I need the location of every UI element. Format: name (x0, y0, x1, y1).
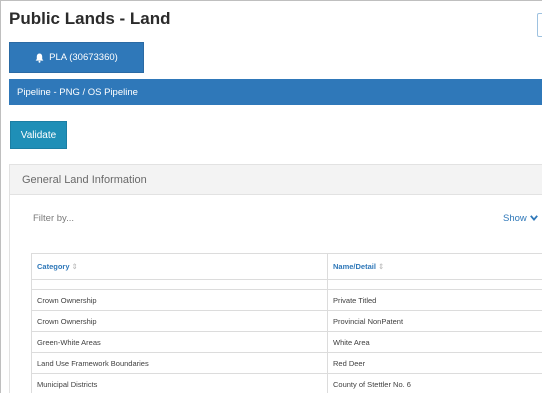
pipeline-bar[interactable]: Pipeline - PNG / OS Pipeline (9, 79, 542, 105)
panel-header[interactable]: General Land Information (10, 165, 542, 195)
chevron-down-icon (529, 213, 538, 224)
table-header-row: Category ⇕ Name/Detail ⇕ (31, 253, 542, 280)
top-right-control[interactable] (537, 13, 542, 37)
table-cell: Private Titled (327, 289, 542, 311)
table-cell: Red Deer (327, 352, 542, 374)
sort-icon: ⇕ (377, 262, 385, 271)
table-row[interactable]: Green-White Areas White Area (31, 331, 542, 353)
show-label: Show (503, 213, 527, 224)
land-info-table: Category ⇕ Name/Detail ⇕ Crown Ownership P… (31, 253, 542, 393)
general-land-panel: General Land Information Filter by... Sh… (9, 164, 542, 393)
page-title: Public Lands - Land (9, 9, 171, 28)
table-cell: Green-White Areas (31, 331, 328, 353)
table-cell: Crown Ownership (31, 289, 328, 311)
pla-button-label: PLA (30673360) (49, 52, 118, 63)
validate-button[interactable]: Validate (10, 121, 67, 149)
table-cell: County of Stettler No. 6 (327, 373, 542, 393)
table-cell: White Area (327, 331, 542, 353)
table-row[interactable]: Land Use Framework Boundaries Red Deer (31, 352, 542, 374)
pla-button[interactable]: PLA (30673360) (9, 42, 144, 73)
table-cell (327, 279, 542, 290)
app-frame: Public Lands - Land PLA (30673360) Pipel… (0, 0, 542, 393)
table-spacer-row (31, 279, 542, 290)
pipeline-label: Pipeline - PNG / OS Pipeline (17, 86, 138, 98)
table-cell (31, 279, 328, 290)
table-cell: Land Use Framework Boundaries (31, 352, 328, 374)
table-cell: Provincial NonPatent (327, 310, 542, 332)
column-header-name-detail[interactable]: Name/Detail ⇕ (327, 253, 542, 280)
table-cell: Municipal Districts (31, 373, 328, 393)
table-row[interactable]: Crown Ownership Provincial NonPatent (31, 310, 542, 332)
bell-icon (35, 53, 44, 63)
table-row[interactable]: Municipal Districts County of Stettler N… (31, 373, 542, 393)
show-toggle[interactable]: Show (503, 213, 538, 224)
table-cell: Crown Ownership (31, 310, 328, 332)
table-row[interactable]: Crown Ownership Private Titled (31, 289, 542, 311)
column-header-category[interactable]: Category ⇕ (31, 253, 328, 280)
panel-title: General Land Information (22, 173, 147, 186)
filter-label: Filter by... (33, 213, 74, 224)
sort-icon: ⇕ (71, 262, 78, 271)
